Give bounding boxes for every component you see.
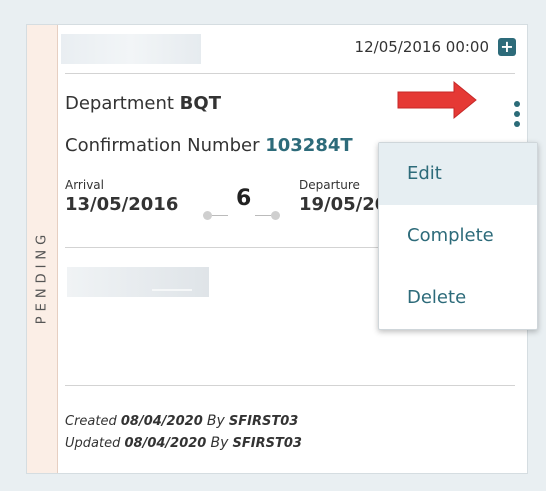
timeline-line-right (255, 215, 271, 216)
menu-item-complete[interactable]: Complete (379, 205, 537, 267)
confirmation-clip: Confirmation Number 103284T (65, 131, 395, 161)
kebab-dot (514, 111, 520, 117)
created-date: 08/04/2020 (120, 414, 203, 429)
departure-label: Departure (299, 178, 360, 192)
confirmation-number: 103284T (265, 135, 353, 156)
created-label: Created (65, 414, 117, 429)
departure-clip: Departure 19/05/2016 (299, 175, 381, 221)
updated-row: Updated 08/04/2020 By SFIRST03 (65, 435, 302, 451)
timeline-dot-start (203, 211, 212, 220)
kebab-dot (514, 101, 520, 107)
timeline-dot-end (271, 211, 280, 220)
confirmation-row: Confirmation Number 103284T (65, 135, 353, 156)
timeline-line-left (212, 215, 228, 216)
context-menu: Edit Complete Delete (378, 142, 538, 330)
departure-date: 19/05/2016 (299, 194, 381, 215)
updated-by: SFIRST03 (232, 436, 302, 451)
menu-item-delete[interactable]: Delete (379, 267, 537, 329)
arrival-label: Arrival (65, 178, 104, 192)
updated-date: 08/04/2020 (124, 436, 207, 451)
status-strip: PENDING (27, 25, 58, 473)
nights-count: 6 (236, 186, 252, 211)
plus-icon: + (500, 37, 514, 56)
arrival-date: 13/05/2016 (65, 194, 179, 215)
department-label: Department (65, 93, 174, 114)
booking-datetime: 12/05/2016 00:00 (354, 38, 489, 56)
red-arrow-icon (397, 80, 477, 120)
updated-by-label: By (210, 435, 229, 451)
redacted-guest-name (61, 34, 201, 64)
menu-item-edit[interactable]: Edit (379, 143, 537, 205)
department-code: BQT (179, 93, 221, 114)
kebab-dot (514, 121, 520, 127)
confirmation-label: Confirmation Number (65, 135, 260, 156)
updated-label: Updated (65, 436, 121, 451)
redacted-bar (67, 267, 209, 297)
created-by: SFIRST03 (228, 414, 299, 429)
add-button[interactable]: + (498, 38, 516, 56)
divider (65, 73, 515, 74)
status-label: PENDING (34, 229, 50, 325)
created-row: Created 08/04/2020 By SFIRST03 (65, 413, 298, 429)
created-by-label: By (206, 413, 225, 429)
kebab-menu-icon[interactable] (511, 97, 523, 137)
department-row: Department BQT (65, 93, 221, 114)
divider (65, 385, 515, 386)
